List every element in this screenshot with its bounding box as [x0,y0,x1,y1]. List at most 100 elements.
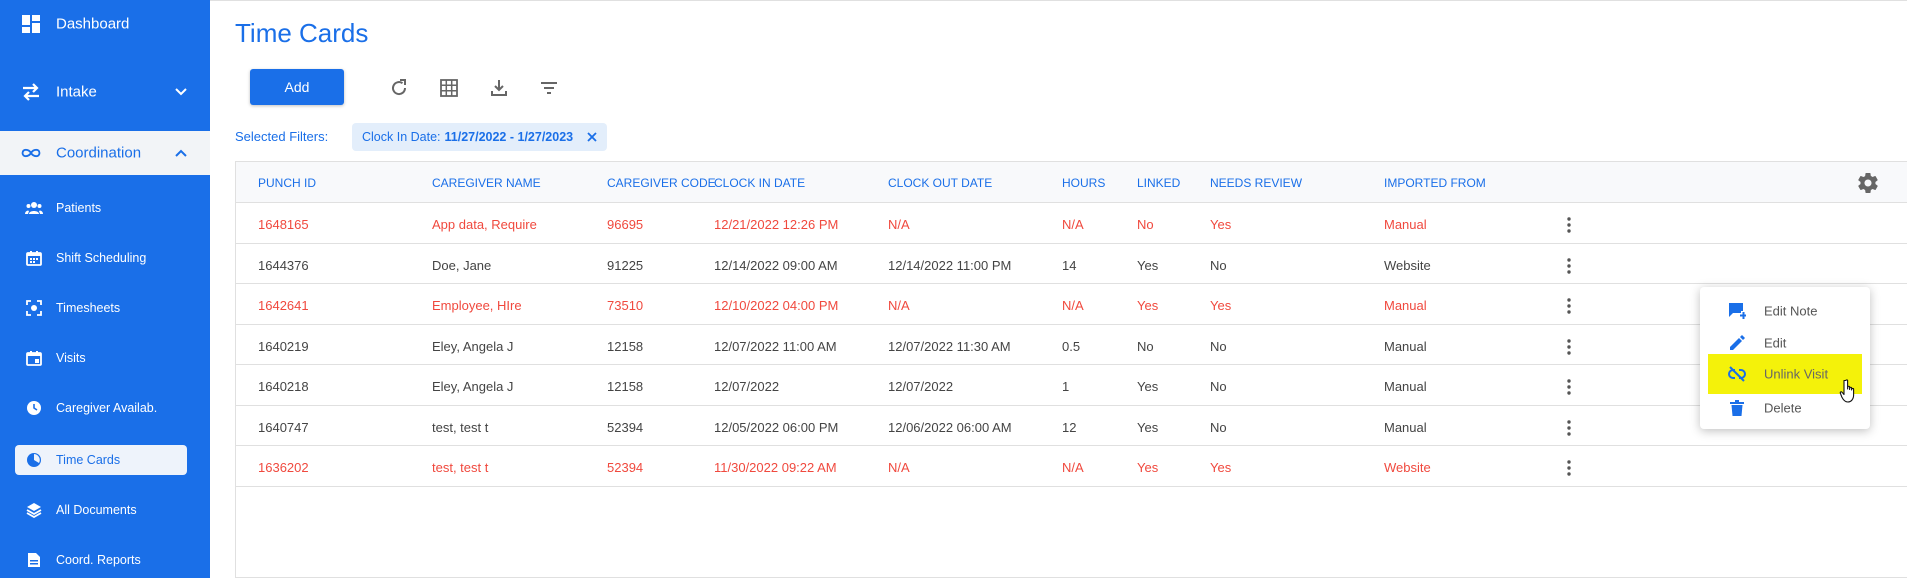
grid-icon[interactable] [437,76,461,100]
cell-clock-out-date: N/A [888,298,910,313]
column-header-linked[interactable]: LINKED [1137,176,1180,190]
cell-imported-from: Manual [1384,419,1427,435]
sidebar-item-timesheets[interactable]: Timesheets [0,293,210,323]
layers-icon [25,501,43,519]
sidebar-item-time-cards[interactable]: Time Cards [15,445,187,475]
cell-needs-review: No [1210,338,1227,354]
table-row[interactable]: 1648165 App data, Require 96695 12/21/2022 … [236,203,1907,244]
clock-icon [25,399,43,417]
cell-caregiver-code: 96695 [607,217,644,232]
chevron-up-icon [175,149,187,157]
more-vert-icon[interactable] [1560,216,1578,234]
add-button[interactable]: Add [250,69,344,105]
cell-clock-in-date: 12/07/2022 11:00 AM [714,338,837,354]
cell-hours: N/A [1062,460,1084,475]
sidebar-item-dashboard[interactable]: Dashboard [0,0,210,48]
filter-chip[interactable]: Clock In Date: 11/27/2022 - 1/27/2023 [352,123,608,151]
more-vert-icon[interactable] [1560,378,1578,396]
sidebar-item-label: Patients [56,201,102,215]
cell-caregiver-code: 52394 [607,460,644,475]
column-header-hours[interactable]: HOURS [1062,176,1105,190]
chevron-down-icon [175,88,187,96]
cell-linked: Yes [1137,379,1159,394]
cell-hours: 0.5 [1062,338,1081,354]
table-row[interactable]: 1644376 Doe, Jane 91225 12/14/2022 09:00 AM… [236,244,1907,284]
sidebar-item-caregiver-availability[interactable]: Caregiver Availab. [0,393,210,423]
sidebar-item-all-documents[interactable]: All Documents [0,495,210,525]
cell-needs-review: Yes [1210,460,1232,475]
column-header-punch-id[interactable]: PUNCH ID [258,176,316,190]
column-header-needs-review[interactable]: NEEDS REVIEW [1210,176,1302,190]
sidebar-item-coord-reports[interactable]: Coord. Reports [0,545,210,575]
table-row[interactable]: 1640219 Eley, Angela J 12158 12/07/2022 11:… [236,325,1907,365]
divider [210,0,1907,1]
cell-caregiver-name: Eley, Angela J [432,379,514,394]
cell-clock-in-date: 12/21/2022 12:26 PM [714,217,839,232]
sidebar-item-patients[interactable]: Patients [0,193,210,223]
cell-needs-review: No [1210,257,1227,273]
cell-clock-in-date: 11/30/2022 09:22 AM [714,460,837,475]
sidebar-item-intake[interactable]: Intake [0,70,210,114]
more-vert-icon[interactable] [1560,459,1578,477]
sidebar-item-label: Coordination [56,144,142,162]
sidebar-item-label: Caregiver Availab. [56,401,158,415]
more-vert-icon[interactable] [1560,419,1578,437]
cell-caregiver-name: Employee, HIre [432,298,522,313]
more-vert-icon[interactable] [1560,338,1578,356]
cell-needs-review: Yes [1210,217,1232,232]
more-vert-icon[interactable] [1560,257,1578,275]
cell-linked: Yes [1137,257,1159,273]
cell-linked: No [1137,338,1154,354]
cell-needs-review: Yes [1210,298,1232,313]
timer-icon [25,451,43,469]
cell-needs-review: No [1210,379,1227,394]
menu-item-edit-note[interactable]: Edit Note [1700,296,1870,326]
cell-clock-out-date: N/A [888,217,910,232]
download-icon[interactable] [487,76,511,100]
sidebar-item-visits[interactable]: Visits [0,343,210,373]
page-title: Time Cards [235,18,369,48]
cell-clock-out-date: 12/06/2022 06:00 AM [888,419,1012,435]
table-row[interactable]: 1640747 test, test t 52394 12/05/2022 06:00… [236,406,1907,446]
filter-chip-value: 11/27/2022 - 1/27/2023 [444,130,574,144]
selected-filters-label: Selected Filters: [235,129,329,144]
time-cards-table: PUNCH ID CAREGIVER NAME CAREGIVER CODE C… [235,161,1907,578]
cell-punch-id: 1636202 [258,460,309,475]
more-vert-icon[interactable] [1560,297,1578,315]
cell-hours: N/A [1062,217,1084,232]
cell-punch-id: 1640219 [258,338,309,354]
calendar-icon [25,249,43,267]
table-row[interactable]: 1636202 test, test t 52394 11/30/2022 09:22… [236,446,1907,487]
table-row[interactable]: 1642641 Employee, HIre 73510 12/10/2022 04:… [236,284,1907,325]
column-header-caregiver-code[interactable]: CAREGIVER CODE [607,176,716,190]
refresh-icon[interactable] [387,76,411,100]
cell-hours: 1 [1062,379,1070,394]
trash-icon [1728,399,1746,417]
cell-imported-from: Manual [1384,217,1427,232]
cell-clock-out-date: 12/14/2022 11:00 PM [888,257,1012,273]
unlink-icon [1728,365,1746,383]
menu-item-label: Delete [1764,400,1802,416]
cell-clock-out-date: 12/07/2022 11:30 AM [888,338,1011,354]
sidebar-item-shift-scheduling[interactable]: Shift Scheduling [0,243,210,273]
column-header-imported-from[interactable]: IMPORTED FROM [1384,176,1486,190]
cell-clock-in-date: 12/14/2022 09:00 AM [714,257,838,273]
cell-hours: N/A [1062,298,1084,313]
sidebar-item-label: All Documents [56,503,137,517]
column-header-clock-in-date[interactable]: CLOCK IN DATE [714,176,805,190]
note-icon [1728,302,1746,320]
sidebar-item-coordination[interactable]: Coordination [0,131,210,175]
close-icon[interactable] [586,131,598,143]
gear-icon[interactable] [1856,171,1880,195]
filter-icon[interactable] [537,76,561,100]
cell-linked: Yes [1137,419,1159,435]
cell-caregiver-code: 12158 [607,338,644,354]
cell-punch-id: 1642641 [258,298,309,313]
column-header-caregiver-name[interactable]: CAREGIVER NAME [432,176,541,190]
table-row[interactable]: 1640218 Eley, Angela J 12158 12/07/2022 12/0… [236,365,1907,406]
column-header-clock-out-date[interactable]: CLOCK OUT DATE [888,176,992,190]
main-content: Time Cards Add Selected Filters: Clock I… [210,0,1907,578]
cell-linked: Yes [1137,460,1159,475]
cell-imported-from: Manual [1384,379,1427,394]
menu-item-label: Edit Note [1764,303,1818,319]
